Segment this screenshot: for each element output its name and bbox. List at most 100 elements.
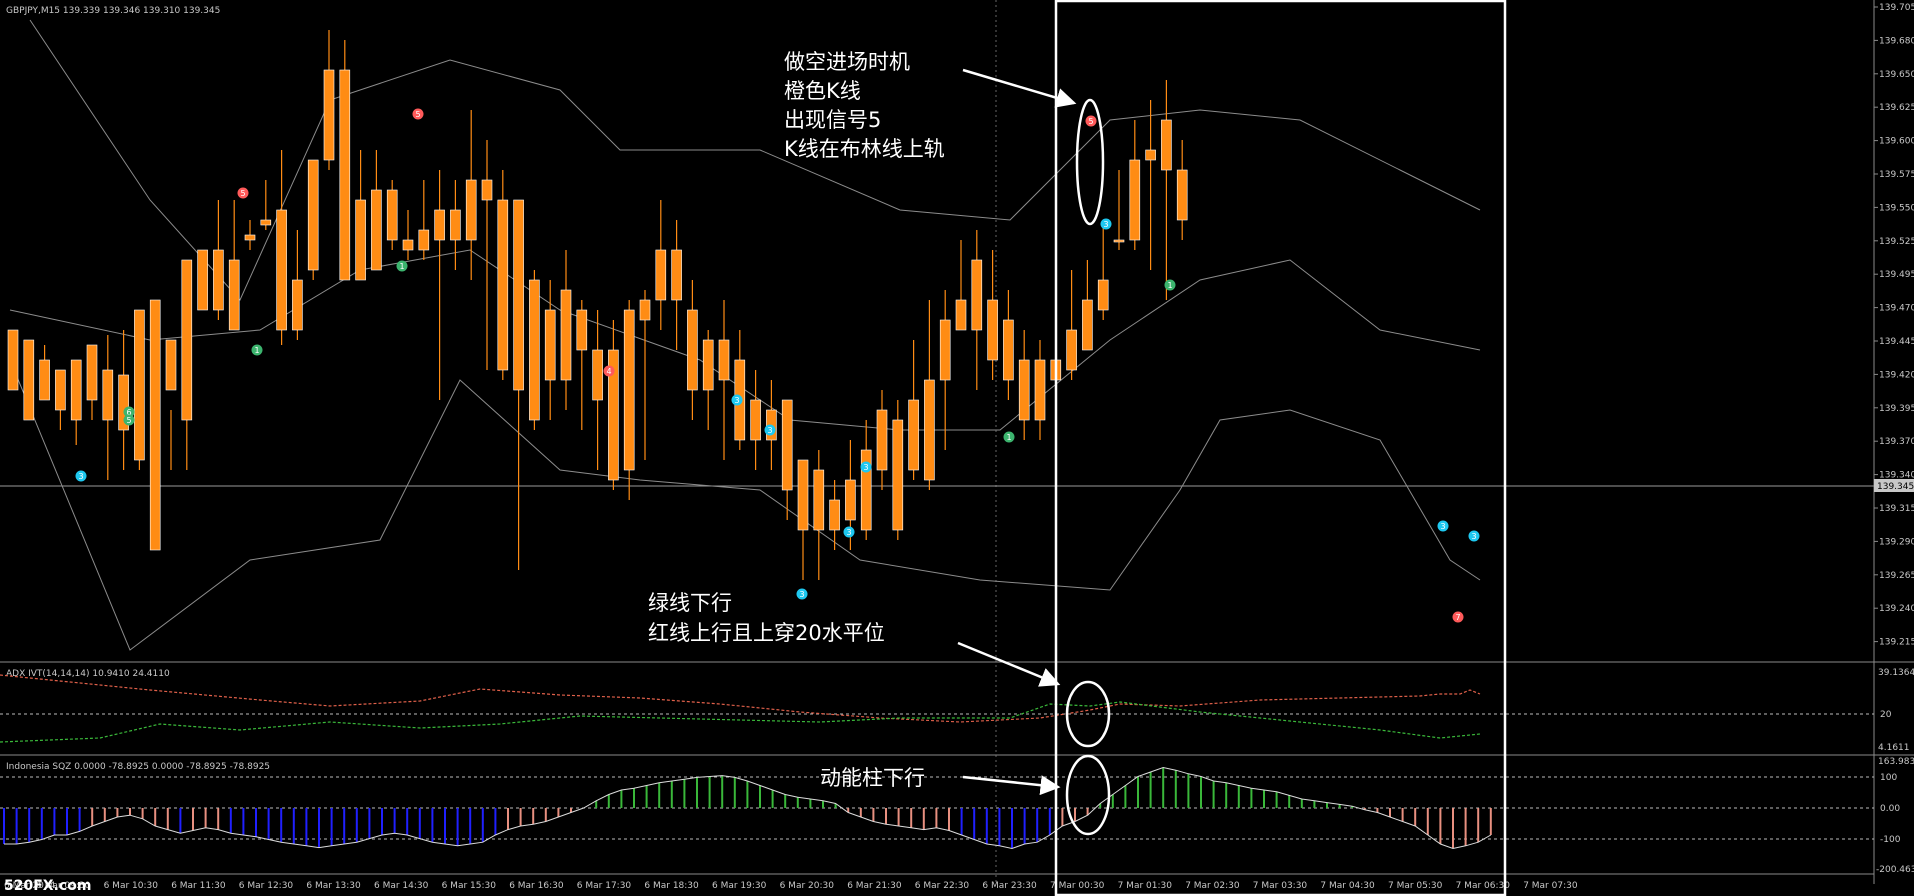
bear-candle — [307, 159, 319, 271]
bear-candle — [750, 399, 761, 441]
time-tick-label: 6 Mar 13:30 — [306, 881, 361, 891]
bear-candle — [987, 299, 998, 361]
chart-background — [0, 0, 1914, 896]
time-tick-label: 7 Mar 00:30 — [1050, 881, 1105, 891]
bear-candle — [102, 369, 114, 421]
bear-candle — [181, 259, 193, 421]
price-tick-label: 139.315 — [1879, 504, 1914, 514]
signal-marker-number: 3 — [78, 472, 83, 481]
adx-line-1: 绿线下行 — [648, 591, 732, 615]
bear-candle — [165, 339, 177, 391]
signal-marker-number: 1 — [1006, 433, 1011, 442]
time-tick-label: 6 Mar 21:30 — [847, 881, 902, 891]
bear-candle — [655, 249, 667, 301]
price-tick-label: 139.575 — [1879, 170, 1914, 180]
bear-candle — [23, 339, 35, 421]
time-tick-label: 6 Mar 15:30 — [442, 881, 497, 891]
time-tick-label: 7 Mar 07:30 — [1523, 881, 1578, 891]
price-tick-label: 139.290 — [1879, 537, 1914, 547]
sqz-0-label: 0.00 — [1880, 804, 1900, 814]
signal-marker-number: 3 — [767, 426, 772, 435]
bear-candle — [924, 379, 935, 481]
bear-candle — [497, 199, 509, 371]
time-tick-label: 7 Mar 05:30 — [1388, 881, 1443, 891]
adx-min-label: 4.1611 — [1878, 743, 1910, 753]
bear-candle — [544, 309, 556, 381]
bear-candle — [829, 499, 840, 531]
bear-candle — [1176, 169, 1188, 221]
time-tick-label: 6 Mar 16:30 — [509, 881, 564, 891]
signal-marker-number: 7 — [1455, 613, 1460, 622]
signal-marker-number: 3 — [1471, 532, 1476, 541]
bear-candle — [7, 329, 19, 391]
bear-candle — [592, 349, 603, 401]
bear-candle — [513, 199, 524, 391]
bear-candle — [1097, 279, 1109, 311]
price-tick-label: 139.525 — [1879, 237, 1914, 247]
bear-candle — [134, 309, 145, 461]
price-tick-label: 139.395 — [1879, 404, 1914, 414]
bear-candle — [671, 249, 682, 301]
bear-candle — [781, 399, 793, 491]
bear-candle — [876, 409, 888, 471]
bear-candle — [228, 259, 240, 331]
bear-candle — [213, 249, 224, 311]
bear-candle — [813, 469, 825, 531]
entry-line-2: 橙色K线 — [784, 79, 861, 103]
time-axis: 6 Mar 20146 Mar 09:30 6 Mar 10:30 6 Mar 11… — [4, 881, 1578, 891]
signal-marker-number: 5 — [1088, 117, 1093, 126]
bear-candle — [955, 299, 967, 331]
bear-candle — [260, 219, 272, 226]
signal-marker-number: 3 — [863, 463, 868, 472]
bear-candle — [434, 209, 445, 241]
price-tick-label: 139.600 — [1879, 137, 1914, 147]
price-tick-label: 139.680 — [1879, 36, 1914, 46]
price-tick-label: 139.625 — [1879, 103, 1914, 113]
bear-candle — [1145, 149, 1156, 161]
bear-candle — [86, 344, 98, 401]
bear-candle — [465, 179, 477, 241]
bear-candle — [576, 309, 588, 351]
bear-candle — [1161, 119, 1172, 171]
time-tick-label: 6 Mar 22:30 — [915, 881, 970, 891]
bear-candle — [70, 359, 82, 421]
bear-candle — [623, 309, 635, 471]
time-tick-label: 6 Mar 12:30 — [239, 881, 294, 891]
momentum-annotation: 动能柱下行 — [820, 766, 925, 790]
sqz-minus100-label: -100 — [1880, 835, 1901, 845]
price-tick-label: 139.420 — [1879, 370, 1914, 380]
time-tick-label: 6 Mar 11:30 — [171, 881, 226, 891]
bear-candle — [971, 259, 983, 331]
bear-candle — [418, 229, 430, 251]
signal-marker-number: 5 — [240, 189, 245, 198]
adx-annotation: 绿线下行 红线上行且上穿20水平位 — [648, 588, 885, 648]
signal-marker-number: 3 — [1103, 220, 1108, 229]
bear-candle — [55, 369, 66, 411]
time-tick-label: 7 Mar 01:30 — [1118, 881, 1173, 891]
bear-candle — [339, 69, 351, 281]
bear-candle — [323, 69, 335, 161]
bear-candle — [1018, 359, 1030, 421]
time-tick-label: 7 Mar 06:30 — [1456, 881, 1511, 891]
bear-candle — [355, 199, 366, 281]
signal-marker-number: 5 — [126, 416, 131, 425]
time-tick-label: 6 Mar 17:30 — [577, 881, 632, 891]
bear-candle — [292, 279, 303, 331]
bear-candle — [892, 419, 904, 531]
bear-candle — [371, 189, 382, 271]
trading-chart[interactable]: GBPJPY,M15 139.339 139.346 139.310 139.3… — [0, 0, 1914, 896]
price-tick-label: 139.470 — [1879, 304, 1914, 314]
price-tick-label: 139.495 — [1879, 270, 1914, 280]
bear-candle — [687, 309, 698, 391]
price-tick-label: 139.445 — [1879, 337, 1914, 347]
time-tick-label: 7 Mar 03:30 — [1253, 881, 1308, 891]
bear-candle — [1066, 329, 1077, 371]
signal-marker-number: 3 — [1440, 522, 1445, 531]
bear-candle — [529, 279, 540, 421]
entry-annotation: 做空进场时机 橙色K线 出现信号5 K线在布林线上轨 — [784, 48, 945, 164]
bear-candle — [845, 479, 856, 521]
price-tick-label: 139.650 — [1879, 70, 1914, 80]
bear-candle — [1113, 239, 1125, 243]
bear-candle — [149, 299, 161, 551]
price-tick-label: 139.705 — [1879, 3, 1914, 13]
